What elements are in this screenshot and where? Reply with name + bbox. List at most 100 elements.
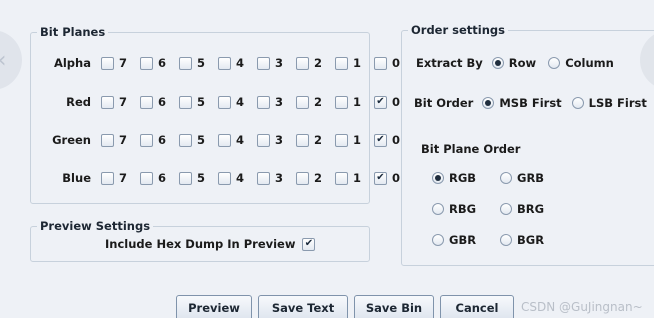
bit-number-label: 5 <box>197 171 206 185</box>
bit-option: 6 <box>140 171 172 185</box>
radio-label: GRB <box>517 171 545 185</box>
bit-number-label: 7 <box>119 171 128 185</box>
bit-row-label: Alpha <box>53 56 91 70</box>
prev-arrow-icon[interactable]: ‹ <box>0 30 22 90</box>
hex-dump-checkbox[interactable]: ✔ <box>302 237 316 251</box>
bit-checkbox[interactable] <box>101 95 114 109</box>
bit-checkbox[interactable] <box>179 133 192 147</box>
bit-checkbox[interactable] <box>296 171 309 185</box>
bit-checkbox[interactable] <box>101 56 114 70</box>
bit-number-label: 2 <box>314 95 323 109</box>
radio-option[interactable]: MSB First <box>482 96 562 110</box>
bit-planes-title: Bit Planes <box>37 25 109 39</box>
bit-checkbox[interactable] <box>218 56 231 70</box>
bit-checkbox[interactable] <box>218 95 231 109</box>
radio-label: MSB First <box>499 96 562 110</box>
bit-plane-order-label: Bit Plane Order <box>421 142 521 156</box>
bit-checkbox[interactable]: ✔ <box>374 133 387 147</box>
bit-checkbox[interactable] <box>374 56 387 70</box>
bit-option: 5 <box>179 133 211 147</box>
bit-checkbox[interactable] <box>257 56 270 70</box>
plane-order-option[interactable]: BGR <box>500 231 544 249</box>
bit-checkbox[interactable] <box>218 133 231 147</box>
bit-number-label: 3 <box>275 133 284 147</box>
radio-button[interactable] <box>482 97 495 109</box>
bit-checkbox[interactable] <box>257 133 270 147</box>
bit-number-label: 4 <box>236 95 245 109</box>
bit-checkbox[interactable] <box>140 95 153 109</box>
radio-label: RBG <box>449 202 477 216</box>
bit-option: 7 <box>101 133 133 147</box>
bit-checkbox[interactable] <box>140 171 153 185</box>
bit-option: 6 <box>140 133 172 147</box>
bit-checkbox[interactable] <box>179 171 192 185</box>
radio-button[interactable] <box>500 172 512 184</box>
plane-order-option[interactable]: GRB <box>500 169 544 187</box>
bit-row-3: Blue 7 6 5 4 3 2 1 ✔ 0 <box>31 169 413 187</box>
bit-checkbox[interactable] <box>179 95 192 109</box>
bit-checkbox[interactable] <box>296 133 309 147</box>
bit-number-label: 6 <box>158 171 167 185</box>
plane-order-option[interactable]: RGB <box>432 169 476 187</box>
radio-option[interactable]: Row <box>491 56 536 70</box>
bit-checkbox[interactable] <box>335 95 348 109</box>
bit-option: 1 <box>335 95 367 109</box>
radio-button[interactable] <box>500 234 512 246</box>
bit-checkbox[interactable] <box>218 171 231 185</box>
order-settings-group: Order settings Extract By Row Column Bit … <box>401 23 654 266</box>
bit-checkbox[interactable] <box>101 171 114 185</box>
bit-number-label: 1 <box>353 133 362 147</box>
bit-option: 2 <box>296 171 328 185</box>
radio-button[interactable] <box>548 57 561 69</box>
radio-label: GBR <box>449 233 477 247</box>
bit-checkbox[interactable] <box>296 95 309 109</box>
bit-checkbox[interactable] <box>179 56 192 70</box>
plane-order-option[interactable]: RBG <box>432 200 476 218</box>
radio-button[interactable] <box>432 234 444 246</box>
bit-checkbox[interactable]: ✔ <box>374 95 387 109</box>
bit-checkbox[interactable] <box>257 95 270 109</box>
bit-number-label: 7 <box>119 95 128 109</box>
bit-checkbox[interactable] <box>140 133 153 147</box>
radio-button[interactable] <box>432 172 444 184</box>
save-bin-button[interactable]: Save Bin <box>354 295 434 318</box>
bit-number-label: 3 <box>275 171 284 185</box>
bit-plane-order-heading: Bit Plane Order <box>421 140 520 158</box>
bit-number-label: 3 <box>275 56 284 70</box>
bit-checkbox[interactable] <box>335 171 348 185</box>
radio-button[interactable] <box>491 57 504 69</box>
bit-number-label: 2 <box>314 56 323 70</box>
extract-by-row: Extract By Row Column <box>416 54 626 72</box>
bit-checkbox[interactable] <box>335 133 348 147</box>
bit-number-label: 3 <box>275 95 284 109</box>
bit-checkbox[interactable] <box>101 133 114 147</box>
bit-option: 3 <box>257 56 289 70</box>
radio-button[interactable] <box>432 203 444 215</box>
bit-option: 1 <box>335 133 367 147</box>
bit-row-label: Blue <box>62 171 91 185</box>
plane-order-option[interactable]: GBR <box>432 231 476 249</box>
hex-dump-label: Include Hex Dump In Preview <box>105 237 296 251</box>
bit-option: 1 <box>335 56 367 70</box>
bit-checkbox[interactable] <box>140 56 153 70</box>
radio-option[interactable]: Column <box>548 56 614 70</box>
bit-checkbox[interactable] <box>257 171 270 185</box>
bit-checkbox[interactable] <box>335 56 348 70</box>
bit-option: 3 <box>257 95 289 109</box>
bit-option: 7 <box>101 56 133 70</box>
bit-option: 4 <box>218 56 250 70</box>
bit-checkbox[interactable]: ✔ <box>374 171 387 185</box>
bit-option: 7 <box>101 95 133 109</box>
bit-number-label: 4 <box>236 171 245 185</box>
bit-number-label: 4 <box>236 133 245 147</box>
bit-row-label: Red <box>66 95 91 109</box>
preview-button[interactable]: Preview <box>176 295 252 318</box>
plane-order-option[interactable]: BRG <box>500 200 544 218</box>
save-text-button[interactable]: Save Text <box>258 295 348 318</box>
radio-option[interactable]: LSB First <box>571 96 647 110</box>
radio-button[interactable] <box>571 97 584 109</box>
cancel-button[interactable]: Cancel <box>440 295 514 318</box>
bit-checkbox[interactable] <box>296 56 309 70</box>
bit-option: 5 <box>179 171 211 185</box>
radio-button[interactable] <box>500 203 512 215</box>
